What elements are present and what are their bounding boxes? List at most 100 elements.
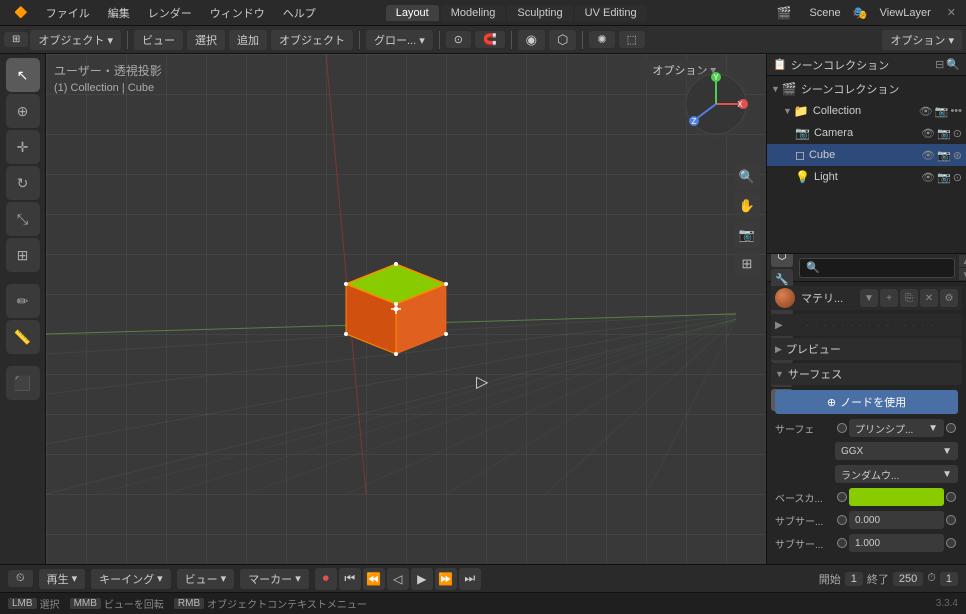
annotate-tool-btn[interactable]: ✏ (6, 284, 40, 318)
menu-window[interactable]: ウィンドウ (202, 3, 273, 23)
window-controls[interactable]: ✕ (943, 6, 960, 19)
subsurface2-value[interactable]: 1.000 (849, 534, 944, 552)
tab-sculpting[interactable]: Sculpting (507, 5, 572, 21)
subsurface2-circle[interactable] (837, 538, 847, 548)
basecolor-field[interactable] (849, 488, 944, 506)
light-visibility-icon[interactable]: 👁 (921, 171, 935, 184)
object-mode-btn[interactable]: オブジェクト ▾ (30, 30, 121, 50)
props-tab-object[interactable]: ⬡ (771, 254, 793, 267)
scale-tool-btn[interactable]: ⤡ (6, 202, 40, 236)
outliner-item-scene-collection[interactable]: ▼ 🎬 シーンコレクション (767, 78, 966, 100)
props-scroll-up[interactable]: ▲ (959, 255, 966, 267)
object-menu-btn[interactable]: オブジェクト (271, 30, 353, 50)
start-frame-field[interactable]: 1 (845, 572, 863, 586)
select-tool-btn[interactable]: ↖ (6, 58, 40, 92)
overlay-btn[interactable]: ✺ (589, 31, 614, 48)
material-new-btn[interactable]: + (880, 289, 898, 307)
material-browse-btn[interactable]: ▼ (860, 289, 878, 307)
props-search-input[interactable] (799, 258, 955, 278)
collection-render-icon[interactable]: 📷 (935, 105, 949, 118)
cursor-tool-btn[interactable]: ⊕ (6, 94, 40, 128)
render-mode-btn[interactable]: ◉ (518, 30, 545, 50)
pan-btn[interactable]: ✋ (734, 193, 760, 219)
outliner-item-light[interactable]: 💡 Light 👁 📷 ⊙ (767, 166, 966, 188)
rotate-tool-btn[interactable]: ↻ (6, 166, 40, 200)
viewport-shading-btn[interactable]: ⬡ (549, 30, 576, 50)
surface-type-dropdown[interactable]: プリンシプ... ▼ (849, 419, 944, 437)
outliner-item-collection[interactable]: ▼ 📁 Collection 👁 📷 ••• (767, 100, 966, 122)
randomwalk-dropdown[interactable]: ランダムウ... ▼ (835, 465, 958, 483)
viewport-gizmo[interactable]: X Y Z (676, 64, 756, 144)
basecolor-right-circle[interactable] (946, 492, 956, 502)
play-menu-btn[interactable]: 再生 ▾ (39, 569, 86, 589)
section-preview-header[interactable]: ▶ プレビュー (771, 338, 962, 360)
menu-edit[interactable]: 編集 (100, 3, 138, 23)
tab-uv-editing[interactable]: UV Editing (575, 5, 647, 21)
props-play-arrow[interactable]: ▶ (775, 320, 783, 331)
viewport-3d[interactable]: ユーザー・透視投影 (1) Collection | Cube オプション ▾ (46, 54, 766, 564)
outliner-filter-btn[interactable]: ⊟ (935, 58, 944, 71)
camera-render-icon[interactable]: 📷 (937, 127, 951, 140)
ggx-dropdown[interactable]: GGX ▼ (835, 442, 958, 460)
basecolor-circle[interactable] (837, 492, 847, 502)
xray-btn[interactable]: ⬚ (619, 31, 645, 48)
gizmo-circle[interactable]: X Y Z (681, 69, 751, 139)
menu-blender[interactable]: 🔶 (6, 4, 36, 21)
outliner-search-btn[interactable]: 🔍 (946, 58, 960, 71)
subsurface-value[interactable]: 0.000 (849, 511, 944, 529)
collection-visibility-icon[interactable]: 👁 (919, 105, 933, 118)
material-delete-btn[interactable]: ✕ (920, 289, 938, 307)
camera-btn[interactable]: 📷 (734, 222, 760, 248)
tab-modeling[interactable]: Modeling (441, 5, 506, 21)
grid-btn[interactable]: ⊞ (734, 251, 760, 277)
surface-type-circle[interactable] (837, 423, 847, 433)
material-settings-btn[interactable]: ⚙ (940, 289, 958, 307)
material-copy-btn[interactable]: ⎘ (900, 289, 918, 307)
transform-btn[interactable]: グロー... ▾ (366, 30, 433, 50)
menu-render[interactable]: レンダー (140, 3, 200, 23)
view-menu-btn[interactable]: ビュー (134, 30, 183, 50)
measure-tool-btn[interactable]: 📏 (6, 320, 40, 354)
proportional-edit-btn[interactable]: ⊙ (446, 31, 471, 48)
subsurface-circle[interactable] (837, 515, 847, 525)
options-dropdown-btn[interactable]: オプション ▾ (882, 30, 962, 50)
marker-menu-btn[interactable]: マーカー ▾ (240, 569, 309, 589)
tab-layout[interactable]: Layout (386, 5, 439, 21)
cube-extra-icon[interactable]: ⊛ (953, 149, 962, 162)
current-frame-field[interactable]: 1 (940, 572, 958, 586)
add-menu-btn[interactable]: 追加 (229, 30, 267, 50)
end-frame-field[interactable]: 250 (893, 572, 923, 586)
editor-mode-btn[interactable]: ⊞ (4, 32, 28, 47)
keying-menu-btn[interactable]: キーイング ▾ (91, 569, 171, 589)
camera-visibility-icon[interactable]: 👁 (921, 127, 935, 140)
record-btn[interactable]: ⏺ (315, 568, 337, 590)
play-btn[interactable]: ▶ (411, 568, 433, 590)
menu-help[interactable]: ヘルプ (275, 3, 324, 23)
surface-type-right-circle[interactable] (946, 423, 956, 433)
add-cube-btn[interactable]: ⬛ (6, 366, 40, 400)
camera-extra-icon[interactable]: ⊙ (953, 127, 962, 140)
jump-start-btn[interactable]: ⏮ (339, 568, 361, 590)
light-render-icon[interactable]: 📷 (937, 171, 951, 184)
view-menu-bottom-btn[interactable]: ビュー ▾ (177, 569, 235, 589)
outliner-item-camera[interactable]: 📷 Camera 👁 📷 ⊙ (767, 122, 966, 144)
transform-tool-btn[interactable]: ⊞ (6, 238, 40, 272)
select-menu-btn[interactable]: 選択 (187, 30, 225, 50)
snap-btn[interactable]: 🧲 (475, 31, 505, 48)
cube-render-icon[interactable]: 📷 (937, 149, 951, 162)
subsurface2-right-circle[interactable] (946, 538, 956, 548)
jump-end-btn[interactable]: ⏭ (459, 568, 481, 590)
subsurface-right-circle[interactable] (946, 515, 956, 525)
menu-file[interactable]: ファイル (38, 3, 98, 23)
play-reverse-btn[interactable]: ◁ (387, 568, 409, 590)
move-tool-btn[interactable]: ✛ (6, 130, 40, 164)
light-extra-icon[interactable]: ⊙ (953, 171, 962, 184)
cube-visibility-icon[interactable]: 👁 (921, 149, 935, 162)
outliner-item-cube[interactable]: ◻ Cube 👁 📷 ⊛ (767, 144, 966, 166)
use-nodes-button[interactable]: ⊕ ノードを使用 (775, 390, 958, 414)
props-scroll-down[interactable]: ▼ (959, 268, 966, 280)
step-back-btn[interactable]: ⏪ (363, 568, 385, 590)
cube-object[interactable] (336, 234, 456, 364)
zoom-in-btn[interactable]: 🔍 (734, 164, 760, 190)
timeline-view-btn[interactable]: ⏲ (8, 570, 33, 587)
